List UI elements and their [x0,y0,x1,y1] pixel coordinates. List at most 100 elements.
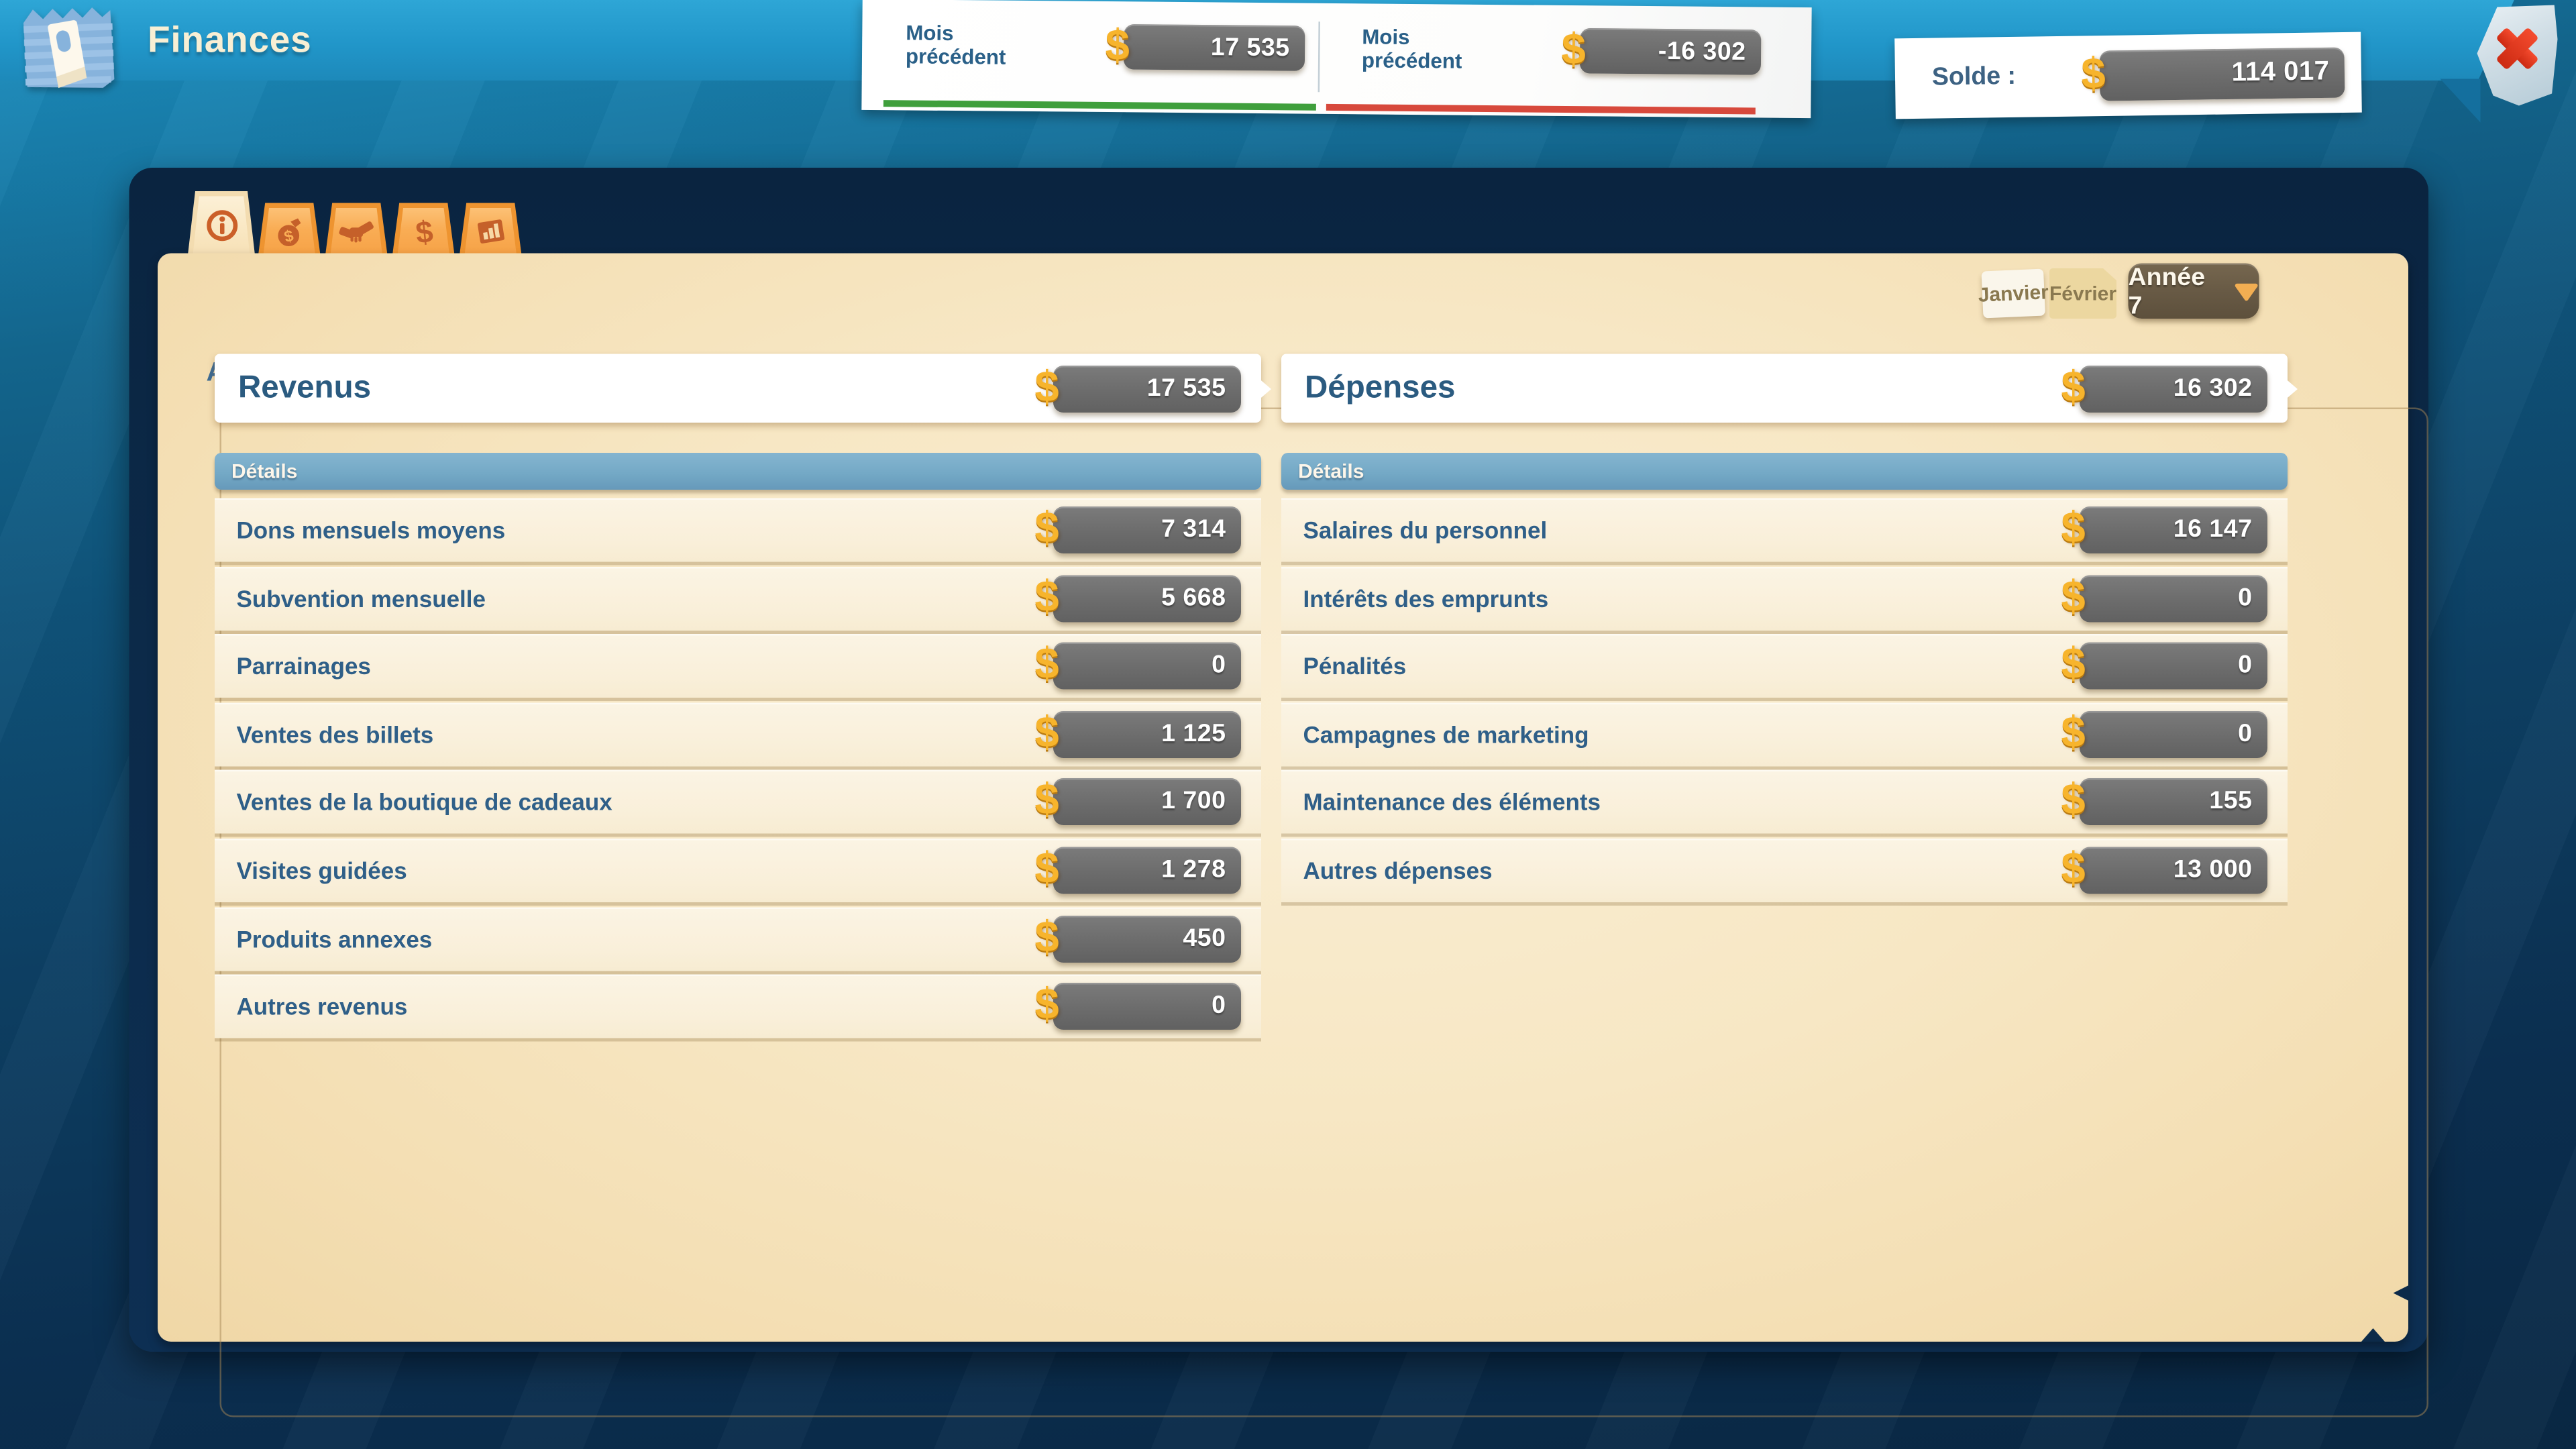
row-label: Ventes des billets [237,702,434,766]
row-value: 0 [1053,643,1241,690]
income-title: Revenus [238,354,371,423]
row-value-group: $ 13 000 [2080,847,2267,894]
row-value-group: $ 0 [1053,643,1241,690]
row-value-group: $ 7 314 [1053,506,1241,553]
dollar-icon: $ [1035,843,1059,895]
row-value: 5 668 [1053,574,1241,621]
row-label: Maintenance des éléments [1303,770,1601,834]
tab-finances[interactable]: $ [392,203,455,256]
resize-notch-right-edge[interactable] [2394,1285,2410,1301]
expenses-summary-card: Dépenses $ 16 302 [1281,354,2288,423]
prev-month-income-value-group: $ 17 535 [1124,24,1305,71]
row-value: 1 278 [1053,847,1241,894]
row-value-group: $ 1 700 [1053,779,1241,826]
dollar-icon: $ [2061,502,2086,554]
dollar-icon: $ [407,213,440,250]
balance-label: Solde : [1931,37,2017,119]
svg-text:$: $ [413,214,434,250]
panel-paper: Aperçu Janvier Février Année 7 Revenus [158,254,2408,1342]
row-value-group: $ 16 147 [2080,506,2267,553]
row-label: Pénalités [1303,634,1407,698]
tab-sponsorships[interactable] [325,203,388,256]
prev-month-expense-group: Moisprécédent $ -16 302 [1328,3,1774,118]
game-screen: Finances Moisprécédent $ 17 535 Moispréc… [0,0,2576,1449]
table-row: Dons mensuels moyens $ 7 314 [215,498,1261,562]
income-column: Revenus $ 17 535 Détails Dons mensuels m… [215,254,1261,1342]
resize-notch-bottom-edge[interactable] [2361,1328,2385,1342]
dollar-icon: $ [2061,638,2086,690]
tab-donations[interactable]: $ [258,203,321,256]
table-row: Produits annexes $ 450 [215,906,1261,970]
dollar-icon: $ [1035,706,1059,759]
prev-month-expense-value: -16 302 [1580,28,1762,75]
dollar-icon: $ [1035,502,1059,554]
row-value-group: $ 0 [2080,574,2267,621]
page-title: Finances [148,0,311,80]
money-bag-icon: $ [274,215,306,248]
row-value: 1 125 [1053,710,1241,757]
row-value: 0 [2080,643,2267,690]
row-value-group: $ 0 [1053,983,1241,1030]
dollar-icon: $ [1035,979,1059,1031]
row-label: Salaires du personnel [1303,498,1548,562]
expenses-details-header: Détails [1281,453,2288,490]
row-value-group: $ 155 [2080,779,2267,826]
dollar-icon: $ [2061,360,2086,413]
prev-month-income-value: 17 535 [1124,24,1305,71]
dollar-icon: $ [1035,360,1059,413]
dollar-icon: $ [1035,774,1059,826]
row-label: Campagnes de marketing [1303,702,1589,766]
banner-divider [1318,21,1320,92]
row-label: Produits annexes [237,906,433,970]
row-value: 0 [2080,710,2267,757]
income-total-value: 17 535 [1053,365,1241,412]
row-value-group: $ 450 [1053,915,1241,962]
table-row: Ventes de la boutique de cadeaux $ 1 700 [215,770,1261,834]
row-value: 7 314 [1053,506,1241,553]
balance-banner: Solde : $ 114 017 [1894,32,2362,119]
handshake-icon [339,214,374,250]
balance-value-group: $ 114 017 [2099,48,2345,101]
income-rows: Dons mensuels moyens $ 7 314 Subvention … [215,498,1261,1043]
row-value: 0 [1053,983,1241,1030]
table-row: Parrainages $ 0 [215,634,1261,698]
table-row: Pénalités $ 0 [1281,634,2288,698]
expenses-column: Dépenses $ 16 302 Détails Salaires du pe… [1281,254,2288,1342]
table-row: Subvention mensuelle $ 5 668 [215,566,1261,630]
row-label: Autres revenus [237,975,408,1038]
dollar-icon: $ [2061,706,2086,759]
row-value-group: $ 5 668 [1053,574,1241,621]
dollar-icon: $ [2061,774,2086,826]
expenses-title: Dépenses [1305,354,1455,423]
dollar-icon: $ [1035,638,1059,690]
row-label: Autres dépenses [1303,839,1493,902]
table-row: Salaires du personnel $ 16 147 [1281,498,2288,562]
dollar-icon: $ [2081,48,2106,100]
table-row: Intérêts des emprunts $ 0 [1281,566,2288,630]
table-row: Ventes des billets $ 1 125 [215,702,1261,766]
tab-charts[interactable] [460,203,522,256]
balance-value: 114 017 [2099,48,2345,101]
table-row: Visites guidées $ 1 278 [215,839,1261,902]
previous-month-banner: Moisprécédent $ 17 535 Moisprécédent $ -… [861,0,1811,118]
row-value-group: $ 0 [2080,643,2267,690]
dollar-icon: $ [1035,570,1059,623]
row-value: 155 [2080,779,2267,826]
row-value: 450 [1053,915,1241,962]
row-value: 16 147 [2080,506,2267,553]
table-row: Autres dépenses $ 13 000 [1281,839,2288,902]
row-label: Intérêts des emprunts [1303,566,1549,630]
bar-chart-icon [474,215,507,248]
dollar-icon: $ [2061,843,2086,895]
row-label: Visites guidées [237,839,407,902]
close-icon [2489,20,2546,77]
expenses-rows: Salaires du personnel $ 16 147 Intérêts … [1281,498,2288,907]
row-value-group: $ 0 [2080,710,2267,757]
row-value: 1 700 [1053,779,1241,826]
income-total-group: $ 17 535 [1053,365,1241,412]
row-label: Parrainages [237,634,371,698]
tab-overview[interactable] [188,191,255,255]
table-row: Autres revenus $ 0 [215,975,1261,1038]
dollar-icon: $ [1035,910,1059,963]
table-row: Maintenance des éléments $ 155 [1281,770,2288,834]
